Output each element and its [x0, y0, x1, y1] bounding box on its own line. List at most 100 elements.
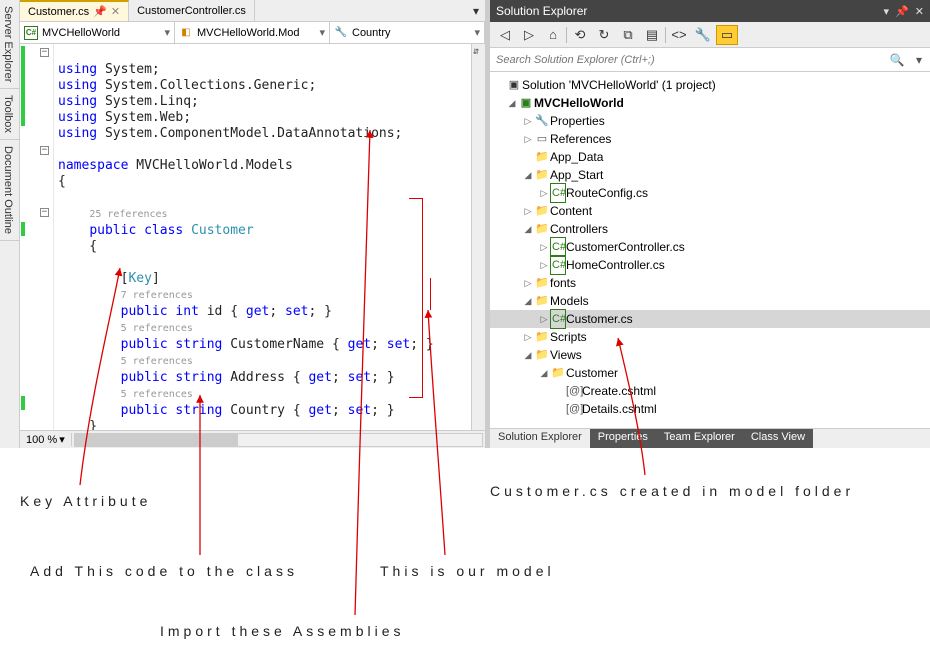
- view-code-button[interactable]: <>: [668, 25, 690, 45]
- properties-node[interactable]: ▷ 🔧 Properties: [490, 112, 930, 130]
- zoom-level-dropdown[interactable]: 100 % ▾: [20, 433, 72, 446]
- class-dropdown[interactable]: ◧ MVCHelloWorld.Mod ▾: [175, 22, 330, 43]
- editor-split-bar[interactable]: ⇵: [471, 44, 485, 430]
- folder-controllers[interactable]: ◢ 📁 Controllers: [490, 220, 930, 238]
- split-arrows-icon: ⇵: [473, 46, 479, 57]
- annotation-bracket: [409, 198, 423, 398]
- sync-button[interactable]: ⟲: [569, 25, 591, 45]
- file-customercontroller[interactable]: ▷ C# CustomerController.cs: [490, 238, 930, 256]
- expand-toggle[interactable]: ▷: [522, 274, 534, 292]
- panel-title: Solution Explorer: [496, 4, 587, 18]
- editor-tab-bar: Customer.cs 📌 ✕ CustomerController.cs ▾: [20, 0, 485, 22]
- folder-scripts[interactable]: ▷ 📁 Scripts: [490, 328, 930, 346]
- refresh-button[interactable]: ↻: [593, 25, 615, 45]
- csharp-project-icon: ▣: [518, 94, 534, 112]
- project-name: MVCHelloWorld: [42, 27, 120, 39]
- tab-overflow-button[interactable]: ▾: [467, 0, 485, 21]
- tab-customercontroller-cs[interactable]: CustomerController.cs: [129, 0, 255, 21]
- server-explorer-tab[interactable]: Server Explorer: [0, 0, 19, 89]
- file-details-cshtml[interactable]: [@] Details.cshtml: [490, 400, 930, 418]
- close-icon[interactable]: ✕: [915, 5, 924, 18]
- csharp-file-icon: C#: [550, 183, 566, 203]
- editor-status-bar: 100 % ▾: [20, 430, 485, 448]
- file-create-cshtml[interactable]: [@] Create.cshtml: [490, 382, 930, 400]
- collapse-toggle[interactable]: ◢: [522, 166, 534, 184]
- folder-icon: 📁: [534, 166, 550, 184]
- folder-app-start[interactable]: ◢ 📁 App_Start: [490, 166, 930, 184]
- outlining-margin[interactable]: − − −: [26, 44, 54, 430]
- tab-team-explorer[interactable]: Team Explorer: [656, 429, 743, 448]
- search-options-dropdown[interactable]: ▾: [908, 48, 930, 71]
- properties-button[interactable]: 🔧: [692, 25, 714, 45]
- folder-customer-views[interactable]: ◢ 📁 Customer: [490, 364, 930, 382]
- pin-icon[interactable]: 📌: [93, 5, 107, 18]
- folder-views[interactable]: ◢ 📁 Views: [490, 346, 930, 364]
- collapse-all-button[interactable]: ⧉: [617, 25, 639, 45]
- solution-tree[interactable]: ▣ Solution 'MVCHelloWorld' (1 project) ◢…: [490, 72, 930, 428]
- search-input[interactable]: [490, 48, 886, 71]
- toolbar-separator: [665, 27, 666, 43]
- expand-toggle[interactable]: ▷: [538, 238, 550, 256]
- collapse-toggle[interactable]: −: [40, 48, 49, 57]
- collapse-toggle[interactable]: −: [40, 208, 49, 217]
- annotation-created-in-model: Customer.cs created in model folder: [490, 483, 854, 499]
- references-node[interactable]: ▷ ▭ References: [490, 130, 930, 148]
- chevron-down-icon: ▾: [474, 26, 480, 39]
- solution-icon: ▣: [506, 76, 522, 94]
- show-all-files-button[interactable]: ▤: [641, 25, 663, 45]
- preview-selected-button[interactable]: ▭: [716, 25, 738, 45]
- solution-node[interactable]: ▣ Solution 'MVCHelloWorld' (1 project): [490, 76, 930, 94]
- tab-properties[interactable]: Properties: [590, 429, 656, 448]
- tab-solution-explorer[interactable]: Solution Explorer: [490, 429, 590, 448]
- collapse-toggle[interactable]: ◢: [538, 364, 550, 382]
- search-icon[interactable]: 🔍: [886, 48, 908, 71]
- expand-toggle[interactable]: ▷: [538, 310, 550, 328]
- forward-button[interactable]: ▷: [518, 25, 540, 45]
- file-routeconfig[interactable]: ▷ C# RouteConfig.cs: [490, 184, 930, 202]
- collapse-toggle[interactable]: ◢: [522, 346, 534, 364]
- folder-models[interactable]: ◢ 📁 Models: [490, 292, 930, 310]
- solution-explorer-search: 🔍 ▾: [490, 48, 930, 72]
- horizontal-scrollbar[interactable]: [74, 433, 483, 447]
- expand-toggle[interactable]: ▷: [538, 184, 550, 202]
- close-icon[interactable]: ✕: [111, 5, 120, 18]
- file-homecontroller[interactable]: ▷ C# HomeController.cs: [490, 256, 930, 274]
- solution-explorer-titlebar[interactable]: Solution Explorer ▾ 📌 ✕: [490, 0, 930, 22]
- member-dropdown[interactable]: 🔧 Country ▾: [330, 22, 485, 43]
- csharp-project-icon: C#: [24, 26, 38, 40]
- project-dropdown[interactable]: C# MVCHelloWorld ▾: [20, 22, 175, 43]
- scrollbar-thumb[interactable]: [75, 434, 238, 446]
- window-position-icon[interactable]: ▾: [884, 5, 890, 18]
- annotation-key-attribute: Key Attribute: [20, 493, 151, 509]
- home-button[interactable]: ⌂: [542, 25, 564, 45]
- panel-tabs: Solution Explorer Properties Team Explor…: [490, 428, 930, 448]
- expand-toggle[interactable]: ▷: [522, 112, 534, 130]
- wrench-icon: 🔧: [334, 26, 348, 40]
- collapse-toggle[interactable]: ◢: [522, 292, 534, 310]
- expand-toggle[interactable]: ▷: [522, 130, 534, 148]
- tab-customer-cs[interactable]: Customer.cs 📌 ✕: [20, 0, 129, 21]
- back-button[interactable]: ◁: [494, 25, 516, 45]
- folder-app-data[interactable]: 📁 App_Data: [490, 148, 930, 166]
- annotation-this-is-model: This is our model: [380, 563, 555, 579]
- pin-icon[interactable]: 📌: [895, 5, 909, 18]
- wrench-icon: 🔧: [534, 112, 550, 130]
- expand-toggle[interactable]: ▷: [522, 328, 534, 346]
- annotation-bracket: [430, 278, 438, 310]
- folder-icon: 📁: [534, 328, 550, 346]
- toolbox-tab[interactable]: Toolbox: [0, 89, 19, 140]
- class-name: MVCHelloWorld.Mod: [197, 27, 300, 39]
- folder-fonts[interactable]: ▷ 📁 fonts: [490, 274, 930, 292]
- document-outline-tab[interactable]: Document Outline: [0, 140, 19, 241]
- solution-explorer-toolbar: ◁ ▷ ⌂ ⟲ ↻ ⧉ ▤ <> 🔧 ▭: [490, 22, 930, 48]
- file-customer-cs[interactable]: ▷ C# Customer.cs: [490, 310, 930, 328]
- collapse-toggle[interactable]: ◢: [506, 94, 518, 112]
- collapse-toggle[interactable]: ◢: [522, 220, 534, 238]
- project-node[interactable]: ◢ ▣ MVCHelloWorld: [490, 94, 930, 112]
- expand-toggle[interactable]: ▷: [522, 202, 534, 220]
- tab-class-view[interactable]: Class View: [743, 429, 813, 448]
- expand-toggle[interactable]: ▷: [538, 256, 550, 274]
- folder-icon: 📁: [550, 364, 566, 382]
- collapse-toggle[interactable]: −: [40, 146, 49, 155]
- folder-content[interactable]: ▷ 📁 Content: [490, 202, 930, 220]
